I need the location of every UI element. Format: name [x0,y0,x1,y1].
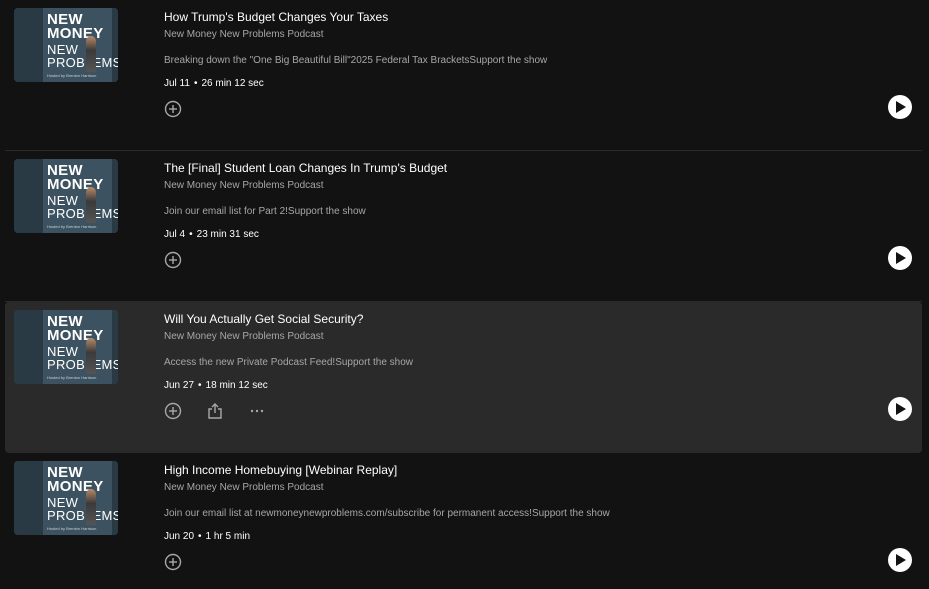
add-circle-icon[interactable] [164,100,182,118]
play-icon [896,403,906,415]
cover-byline: Hosted by Brenton Harrison [47,73,97,78]
episode-date: Jun 20 [164,531,195,542]
episode-meta: Jul 11 • 26 min 12 sec [164,78,264,89]
cover-text: PROBLEMS [47,357,118,372]
play-icon [896,252,906,264]
episode-meta: Jun 20 • 1 hr 5 min [164,531,250,542]
host-figure [86,187,96,223]
episode-title[interactable]: High Income Homebuying [Webinar Replay] [164,463,397,477]
add-circle-icon[interactable] [164,402,182,420]
cover-text: PROBLEMS [47,55,118,70]
episode-cover-art[interactable]: NEW MONEY NEW PROBLEMS Hosted by Brenton… [14,159,118,233]
play-button[interactable] [888,95,912,119]
add-circle-icon[interactable] [164,553,182,571]
host-figure [86,338,96,374]
episode-cover-art[interactable]: NEW MONEY NEW PROBLEMS Hosted by Brenton… [14,461,118,535]
play-icon [896,101,906,113]
episode-date: Jul 11 [164,78,190,89]
episode-list: NEW MONEY NEW PROBLEMS Hosted by Brenton… [0,0,929,589]
episode-row[interactable]: NEW MONEY NEW PROBLEMS Hosted by Brenton… [5,302,922,453]
episode-description: Breaking down the "One Big Beautiful Bil… [164,55,548,66]
episode-duration: 23 min 31 sec [196,229,259,240]
episode-show-name[interactable]: New Money New Problems Podcast [164,482,324,493]
cover-byline: Hosted by Brenton Harrison [47,224,97,229]
episode-title[interactable]: The [Final] Student Loan Changes In Trum… [164,161,447,175]
episode-duration: 26 min 12 sec [201,78,264,89]
episode-meta: Jul 4 • 23 min 31 sec [164,229,259,240]
cover-text: PROBLEMS [47,206,118,221]
cover-text: PROBLEMS [47,508,118,523]
episode-meta: Jun 27 • 18 min 12 sec [164,380,268,391]
episode-show-name[interactable]: New Money New Problems Podcast [164,29,324,40]
episode-row[interactable]: NEW MONEY NEW PROBLEMS Hosted by Brenton… [5,0,922,151]
episode-duration: 1 hr 5 min [205,531,251,542]
episode-date: Jun 27 [164,380,195,391]
more-options-icon[interactable] [248,402,266,420]
episode-cover-art[interactable]: NEW MONEY NEW PROBLEMS Hosted by Brenton… [14,310,118,384]
host-figure [86,36,96,72]
episode-show-name[interactable]: New Money New Problems Podcast [164,180,324,191]
host-figure [86,489,96,525]
episode-row[interactable]: NEW MONEY NEW PROBLEMS Hosted by Brenton… [5,151,922,302]
play-button[interactable] [888,246,912,270]
play-icon [896,554,906,566]
share-icon[interactable] [206,402,224,420]
episode-cover-art[interactable]: NEW MONEY NEW PROBLEMS Hosted by Brenton… [14,8,118,82]
meta-separator: • [198,380,202,391]
episode-show-name[interactable]: New Money New Problems Podcast [164,331,324,342]
meta-separator: • [193,78,198,89]
episode-row[interactable]: NEW MONEY NEW PROBLEMS Hosted by Brenton… [5,453,922,589]
episode-title[interactable]: Will You Actually Get Social Security? [164,312,363,326]
add-circle-icon[interactable] [164,251,182,269]
episode-description: Access the new Private Podcast Feed!Supp… [164,357,414,368]
cover-byline: Hosted by Brenton Harrison [47,526,97,531]
meta-separator: • [198,531,202,542]
play-button[interactable] [888,548,912,572]
episode-description: Join our email list for Part 2!Support t… [164,206,366,217]
cover-byline: Hosted by Brenton Harrison [47,375,97,380]
meta-separator: • [189,229,193,240]
episode-date: Jul 4 [164,229,186,240]
episode-title[interactable]: How Trump's Budget Changes Your Taxes [164,10,388,24]
episode-duration: 18 min 12 sec [205,380,268,391]
episode-description: Join our email list at newmoneynewproble… [164,508,610,519]
play-button[interactable] [888,397,912,421]
